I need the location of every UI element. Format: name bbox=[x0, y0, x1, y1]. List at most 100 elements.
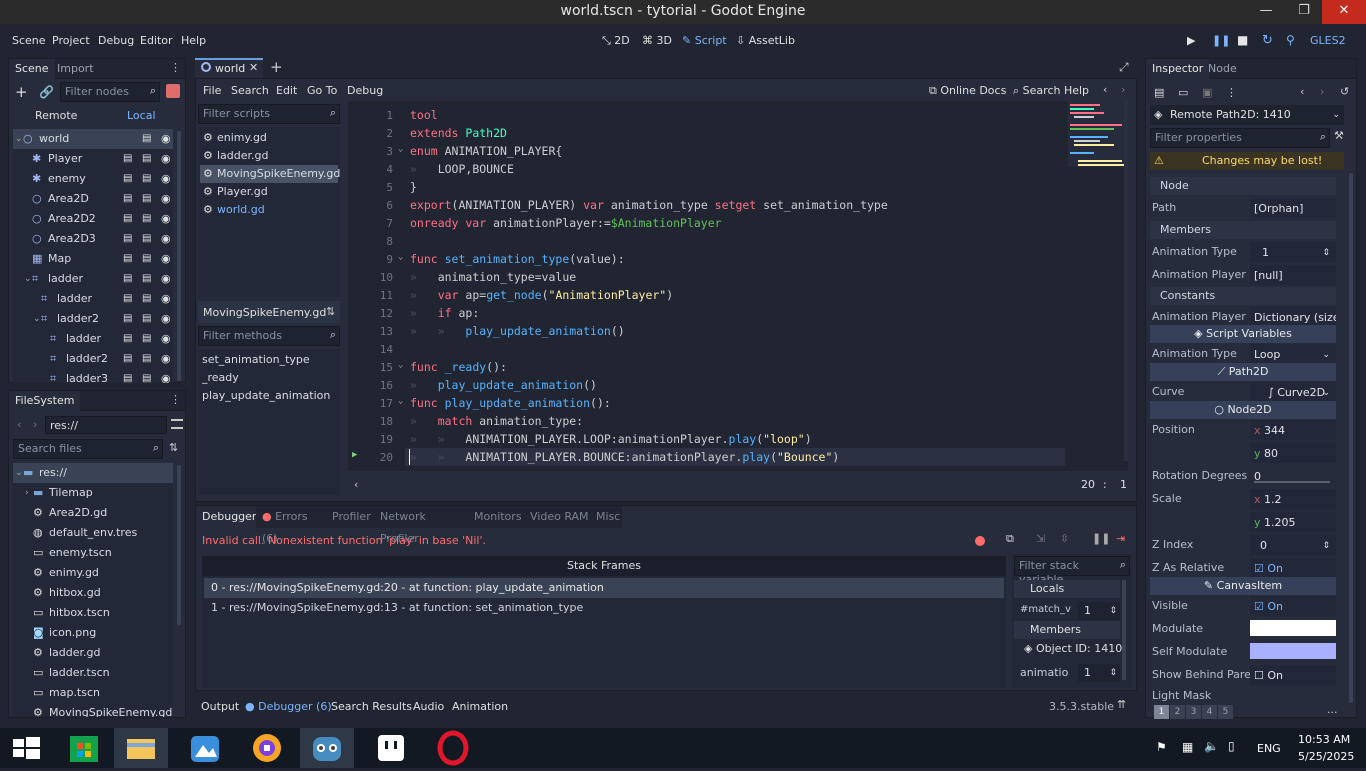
script-menu-file[interactable]: File bbox=[203, 84, 221, 97]
prop-sv-value[interactable]: Loop ⌄ bbox=[1250, 344, 1336, 364]
script-menu-edit[interactable]: Edit bbox=[276, 84, 297, 97]
file-item[interactable]: › ▬ Tilemap bbox=[13, 483, 173, 503]
menu-icon[interactable]: ⋮ bbox=[1226, 86, 1237, 99]
prop-scale-y-value[interactable]: y 1.205 bbox=[1250, 512, 1336, 532]
script-icon[interactable]: ▤ bbox=[123, 249, 132, 269]
link-icon[interactable]: 🔗 bbox=[39, 85, 54, 99]
section-node2d[interactable]: ○ Node2D bbox=[1150, 401, 1336, 419]
open-resource-icon[interactable]: ▭ bbox=[1178, 86, 1188, 99]
menu-debug[interactable]: Debug bbox=[98, 34, 134, 47]
script-menu-debug[interactable]: Debug bbox=[347, 84, 383, 97]
scene-tree-node[interactable]: ⌄ ⌗ ladder2 ▤ ▤ ◉ bbox=[13, 309, 173, 329]
workspace-3d[interactable]: ⌘ 3D bbox=[642, 34, 672, 47]
method-list-item[interactable]: play_update_animation bbox=[202, 387, 330, 405]
tab-output[interactable]: Output bbox=[201, 700, 239, 713]
visibility-eye-icon[interactable]: ◉ bbox=[161, 269, 171, 289]
light-mask-bit[interactable]: 4 bbox=[1202, 705, 1217, 719]
light-mask-bit[interactable]: 1 bbox=[1154, 705, 1169, 719]
script-list-item[interactable]: ⚙ enimy.gd bbox=[200, 129, 338, 147]
tab-inspector[interactable]: Inspector bbox=[1146, 59, 1210, 79]
stop-icon[interactable]: ■ bbox=[1237, 33, 1248, 47]
pause-icon[interactable]: ❚❚ bbox=[1212, 34, 1230, 47]
break-icon[interactable]: ❚❚ bbox=[1092, 532, 1110, 545]
scene-tree-node[interactable]: ⌗ ladder3 ▤ ▤ ◉ bbox=[13, 369, 173, 383]
filter-properties-input[interactable]: Filter properties ⌕ bbox=[1150, 128, 1330, 148]
opera-app[interactable] bbox=[426, 728, 480, 768]
match-var-value[interactable]: 1 ⇕ bbox=[1078, 602, 1120, 620]
menu-scene[interactable]: Scene bbox=[12, 34, 46, 47]
light-mask-more[interactable]: ... bbox=[1327, 703, 1338, 716]
script-list-item[interactable]: ⚙ Player.gd bbox=[200, 183, 338, 201]
debugger-tab[interactable]: Misc bbox=[590, 506, 622, 528]
pin-icon[interactable]: ⇈ bbox=[1117, 698, 1126, 711]
visibility-eye-icon[interactable]: ◉ bbox=[161, 169, 171, 189]
godot-app[interactable] bbox=[300, 728, 354, 768]
script-icon[interactable]: ▤ bbox=[142, 289, 151, 309]
stack-frame-row[interactable]: 1 - res://MovingSpikeEnemy.gd:13 - at fu… bbox=[204, 598, 1004, 618]
play-icon[interactable]: ▶ bbox=[1187, 34, 1195, 47]
prop-zindex-value[interactable]: 0 ⇕ bbox=[1250, 535, 1336, 555]
tab-filesystem[interactable]: FileSystem bbox=[9, 391, 81, 411]
debugger-tab[interactable]: Monitors bbox=[468, 506, 524, 528]
expand-arrow-icon[interactable]: ⌄ bbox=[15, 463, 23, 483]
battery-icon[interactable]: ▯ bbox=[1228, 739, 1235, 753]
visibility-eye-icon[interactable]: ◉ bbox=[161, 229, 171, 249]
script-icon[interactable]: ▤ bbox=[123, 309, 132, 329]
play-custom-icon[interactable]: ⚲ bbox=[1286, 33, 1295, 47]
menu-help[interactable]: Help bbox=[181, 34, 206, 47]
anim-var-value[interactable]: 1 ⇕ bbox=[1078, 664, 1120, 682]
visibility-eye-icon[interactable]: ◉ bbox=[161, 369, 171, 383]
fold-arrow-icon[interactable]: ⌄ bbox=[398, 252, 403, 262]
new-resource-icon[interactable]: ▤ bbox=[1154, 86, 1164, 99]
file-item[interactable]: ▭ ladder.tscn bbox=[13, 663, 173, 683]
visibility-eye-icon[interactable]: ◉ bbox=[161, 129, 171, 149]
script-icon[interactable]: ▤ bbox=[123, 269, 132, 289]
variables-scrollbar[interactable] bbox=[1122, 580, 1126, 680]
start-button[interactable] bbox=[0, 728, 54, 768]
prop-zrel-checkbox[interactable]: ☑ On bbox=[1250, 558, 1336, 578]
history-back-icon[interactable]: ‹ bbox=[1300, 85, 1304, 98]
script-list-item[interactable]: ⚙ world.gd bbox=[200, 201, 338, 219]
file-item[interactable]: ▭ map.tscn bbox=[13, 683, 173, 703]
debugger-tab[interactable]: Network Profiler bbox=[374, 506, 468, 545]
script-icon[interactable]: ▤ bbox=[123, 229, 132, 249]
workspace-assetlib[interactable]: ⇩ AssetLib bbox=[736, 34, 795, 47]
breakpoint-arrow-icon[interactable]: ▶ bbox=[352, 450, 357, 460]
file-item[interactable]: ⚙ ladder.gd bbox=[13, 643, 173, 663]
script-icon[interactable]: ▤ bbox=[142, 249, 151, 269]
filter-nodes-input[interactable]: Filter nodes ⌕ bbox=[60, 82, 160, 102]
script-icon[interactable]: ▤ bbox=[123, 209, 132, 229]
prop-scale-x-value[interactable]: x 1.2 bbox=[1250, 489, 1336, 509]
sort-icon[interactable]: ⇅ bbox=[169, 441, 178, 454]
tab-debugger[interactable]: ● Debugger (6) bbox=[245, 700, 332, 713]
history-icon[interactable]: ↺ bbox=[1340, 85, 1349, 98]
visibility-eye-icon[interactable]: ◉ bbox=[161, 149, 171, 169]
visibility-eye-icon[interactable]: ◉ bbox=[161, 289, 171, 309]
prop-anim-player-value[interactable]: [null] bbox=[1250, 265, 1336, 285]
store-app[interactable] bbox=[57, 728, 111, 768]
script-icon[interactable]: ▤ bbox=[142, 309, 151, 329]
dock-menu-icon[interactable]: ⋮ bbox=[170, 61, 181, 74]
light-mask-bit[interactable]: 3 bbox=[1186, 705, 1201, 719]
prop-modulate-color[interactable] bbox=[1250, 620, 1336, 636]
file-item[interactable]: ⚙ MovingSpikeEnemy.gd bbox=[13, 703, 173, 717]
script-icon[interactable]: ▤ bbox=[142, 329, 151, 349]
method-list-item[interactable]: set_animation_type bbox=[202, 351, 310, 369]
visibility-eye-icon[interactable]: ◉ bbox=[161, 349, 171, 369]
scene-tree-node[interactable]: ⌗ ladder2 ▤ ▤ ◉ bbox=[13, 349, 173, 369]
minimize-button[interactable]: — bbox=[1246, 0, 1286, 24]
prop-position-x-value[interactable]: x 344 bbox=[1250, 420, 1336, 440]
script-icon[interactable]: ▤ bbox=[142, 129, 151, 149]
file-item[interactable]: ⚙ enimy.gd bbox=[13, 563, 173, 583]
prev-script-icon[interactable]: ‹ bbox=[1103, 83, 1107, 96]
file-item[interactable]: ▭ hitbox.tscn bbox=[13, 603, 173, 623]
copy-icon[interactable]: ⧉ bbox=[1006, 532, 1014, 546]
inspected-object-select[interactable]: ◈ Remote Path2D: 1410 ⌄ bbox=[1150, 105, 1344, 125]
scene-tree-node[interactable]: ⌄ ○ world ▤ ◉ bbox=[13, 129, 173, 149]
browser-app[interactable] bbox=[240, 728, 294, 768]
scene-tree-node[interactable]: ▦ Map ▤ ▤ ◉ bbox=[13, 249, 173, 269]
debugger-tab[interactable]: Debugger bbox=[196, 506, 256, 528]
file-item[interactable]: ⚙ hitbox.gd bbox=[13, 583, 173, 603]
tab-import[interactable]: Import bbox=[51, 59, 100, 79]
local-toggle[interactable]: Local bbox=[127, 109, 156, 122]
